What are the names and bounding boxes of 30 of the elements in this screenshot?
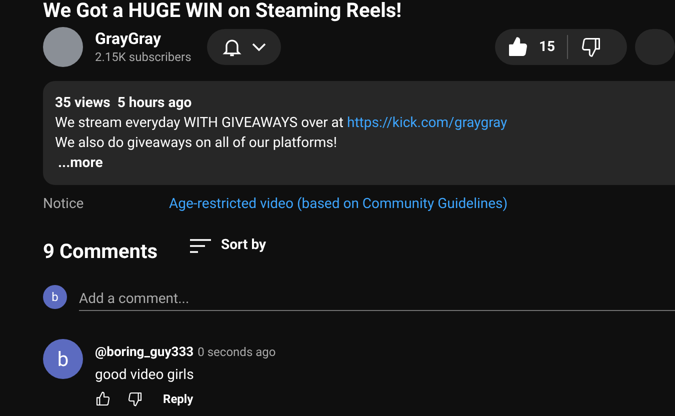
sort-button[interactable]: Sort by: [190, 235, 266, 256]
notification-button[interactable]: [207, 29, 281, 65]
comment-author[interactable]: @boring_guy333: [95, 344, 194, 362]
video-title: We Got a HUGE WIN on Steaming Reels!: [43, 0, 403, 21]
comment-dislike-button[interactable]: [127, 391, 143, 407]
subscriber-count: 2.15K subscribers: [95, 49, 192, 65]
description-card[interactable]: 35 views 5 hours ago We stream everyday WITH GIVEAWAYS over at https://kick.com/graygray We also do giveaways on all of our platforms! ...more: [43, 81, 675, 185]
notice-label: Notice: [43, 195, 85, 214]
description-text: We also do giveaways on all of our platforms!: [55, 134, 338, 153]
channel-avatar[interactable]: [43, 27, 83, 67]
notice-link[interactable]: Age-restricted video (based on Community Guidelines): [169, 194, 508, 214]
comment-time[interactable]: 0 seconds ago: [198, 343, 276, 361]
description-link[interactable]: https://kick.com/graygray: [346, 115, 508, 131]
commenter-avatar[interactable]: b: [43, 339, 83, 379]
comment-like-button[interactable]: [95, 391, 111, 407]
thumbs-down-icon: [127, 391, 143, 407]
like-button[interactable]: 15: [495, 29, 568, 65]
thumbs-up-icon: [507, 36, 529, 58]
user-avatar: b: [43, 285, 67, 309]
show-more-link[interactable]: ...more: [58, 155, 103, 171]
thumbs-down-icon: [580, 36, 602, 58]
view-stats: 35 views 5 hours ago: [55, 94, 193, 113]
description-text: We stream everyday WITH GIVEAWAYS over at: [55, 115, 345, 131]
reply-button[interactable]: Reply: [163, 390, 194, 408]
thumbs-up-icon: [95, 391, 111, 407]
comment-text: good video girls: [95, 366, 195, 385]
comment-count: 9 Comments: [43, 238, 159, 265]
channel-name[interactable]: GrayGray: [95, 29, 207, 49]
comment-input-field[interactable]: Add a comment...: [79, 283, 675, 311]
sort-icon: [190, 238, 211, 254]
